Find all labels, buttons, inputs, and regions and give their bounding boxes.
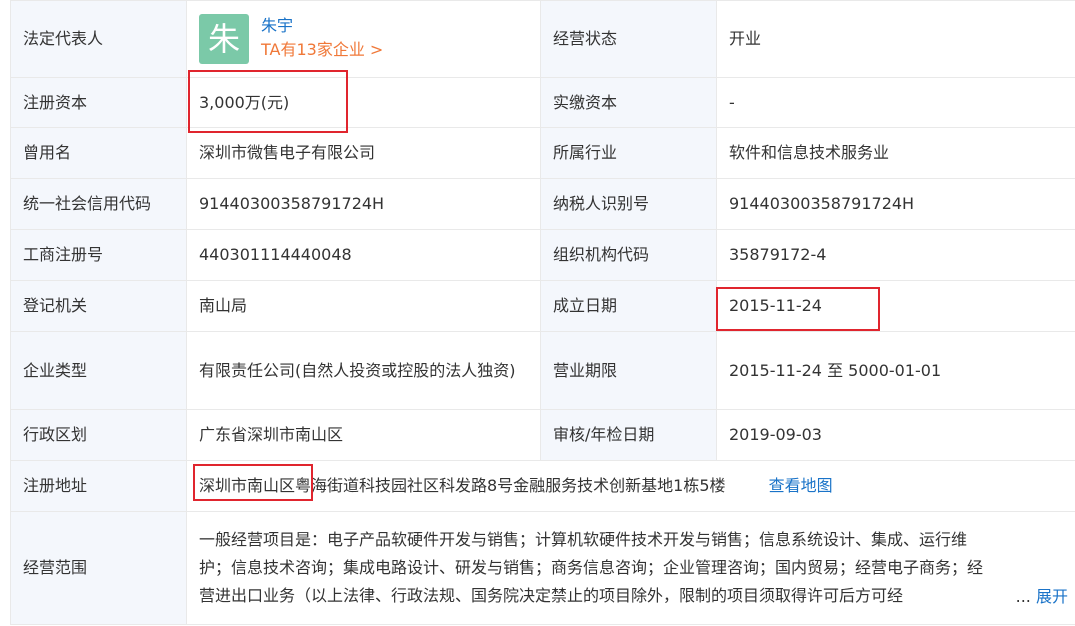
region-value: 广东省深圳市南山区: [186, 409, 541, 461]
status-value: 开业: [716, 0, 1075, 78]
paid-capital-label: 实缴资本: [540, 77, 717, 128]
former-name-value: 深圳市微售电子有限公司: [186, 127, 541, 179]
founded-label: 成立日期: [540, 280, 717, 332]
legal-rep-label: 法定代表人: [10, 0, 187, 78]
table-row: 统一社会信用代码 91440300358791724H 纳税人识别号 91440…: [10, 178, 1075, 230]
credit-code-value: 91440300358791724H: [186, 178, 541, 230]
company-type-value: 有限责任公司(自然人投资或控股的法人独资): [186, 331, 541, 410]
former-name-label: 曾用名: [10, 127, 187, 179]
industry-value: 软件和信息技术服务业: [716, 127, 1075, 179]
biz-reg-no-label: 工商注册号: [10, 229, 187, 281]
taxpayer-id-value: 91440300358791724H: [716, 178, 1075, 230]
table-row: 曾用名 深圳市微售电子有限公司 所属行业 软件和信息技术服务业: [10, 127, 1075, 179]
company-type-label: 企业类型: [10, 331, 187, 410]
term-value: 2015-11-24 至 5000-01-01: [716, 331, 1075, 410]
inspection-date-label: 审核/年检日期: [540, 409, 717, 461]
company-info-table: 法定代表人 朱 朱宇 TA有13家企业 > 经营状态 开业 注册资本 3,000…: [10, 0, 1075, 625]
scope-cell: 一般经营项目是：电子产品软硬件开发与销售；计算机软硬件技术开发与销售；信息系统设…: [186, 511, 1075, 625]
table-row: 行政区划 广东省深圳市南山区 审核/年检日期 2019-09-03: [10, 409, 1075, 461]
status-label: 经营状态: [540, 0, 717, 78]
address-value: 深圳市南山区粤海街道科技园社区科发路8号金融服务技术创新基地1栋5楼: [199, 476, 726, 495]
table-row: 注册资本 3,000万(元) 实缴资本 -: [10, 77, 1075, 128]
taxpayer-id-label: 纳税人识别号: [540, 178, 717, 230]
table-row: 注册地址 深圳市南山区粤海街道科技园社区科发路8号金融服务技术创新基地1栋5楼 …: [10, 460, 1075, 512]
reg-capital-value: 3,000万(元): [186, 77, 541, 128]
address-label: 注册地址: [10, 460, 187, 512]
avatar: 朱: [199, 14, 249, 64]
authority-value: 南山局: [186, 280, 541, 332]
scope-value: 一般经营项目是：电子产品软硬件开发与销售；计算机软硬件技术开发与销售；信息系统设…: [199, 530, 984, 605]
address-cell: 深圳市南山区粤海街道科技园社区科发路8号金融服务技术创新基地1栋5楼 查看地图: [186, 460, 1075, 512]
table-row: 工商注册号 440301114440048 组织机构代码 35879172-4: [10, 229, 1075, 281]
table-row: 法定代表人 朱 朱宇 TA有13家企业 > 经营状态 开业: [10, 0, 1075, 78]
authority-label: 登记机关: [10, 280, 187, 332]
industry-label: 所属行业: [540, 127, 717, 179]
scope-label: 经营范围: [10, 511, 187, 625]
table-row: 登记机关 南山局 成立日期 2015-11-24: [10, 280, 1075, 332]
table-row: 企业类型 有限责任公司(自然人投资或控股的法人独资) 营业期限 2015-11-…: [10, 331, 1075, 410]
reg-capital-label: 注册资本: [10, 77, 187, 128]
scope-ellipsis: ...: [1015, 587, 1031, 606]
scope-expand-link[interactable]: 展开: [1036, 587, 1068, 606]
paid-capital-value: -: [716, 77, 1075, 128]
scope-expand-area: ... 展开: [1011, 584, 1068, 610]
founded-value: 2015-11-24: [716, 280, 1075, 332]
legal-rep-cell: 朱 朱宇 TA有13家企业 >: [186, 0, 541, 78]
region-label: 行政区划: [10, 409, 187, 461]
table-row: 经营范围 一般经营项目是：电子产品软硬件开发与销售；计算机软硬件技术开发与销售；…: [10, 511, 1075, 625]
view-map-link[interactable]: 查看地图: [769, 476, 833, 495]
org-code-value: 35879172-4: [716, 229, 1075, 281]
inspection-date-value: 2019-09-03: [716, 409, 1075, 461]
term-label: 营业期限: [540, 331, 717, 410]
org-code-label: 组织机构代码: [540, 229, 717, 281]
credit-code-label: 统一社会信用代码: [10, 178, 187, 230]
biz-reg-no-value: 440301114440048: [186, 229, 541, 281]
